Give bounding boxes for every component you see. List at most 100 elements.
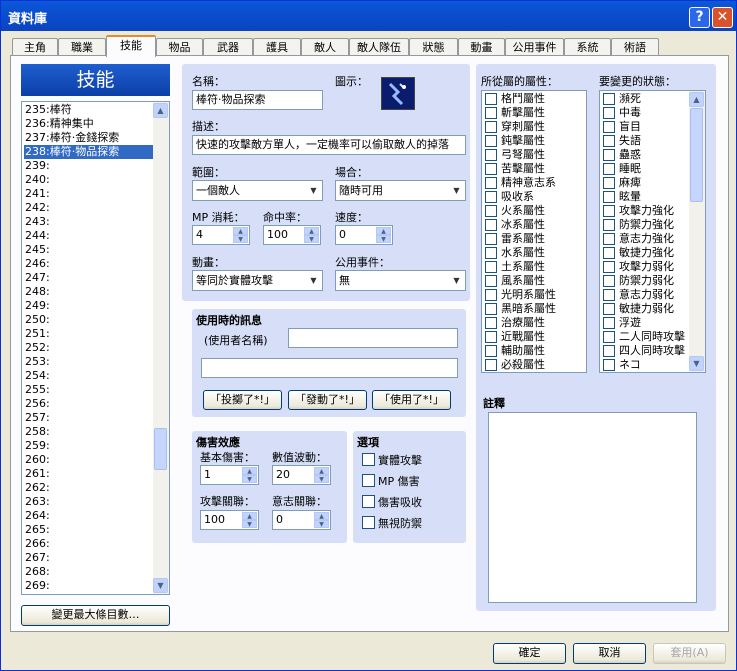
list-item[interactable]: 259: bbox=[24, 439, 153, 453]
states-checkbox[interactable] bbox=[603, 275, 615, 287]
elements-checkbox[interactable] bbox=[485, 149, 497, 161]
list-item[interactable]: 269: bbox=[24, 579, 153, 593]
tab-common-events[interactable]: 公用事件 bbox=[505, 38, 564, 56]
list-item[interactable]: 240: bbox=[24, 173, 153, 187]
elements-item[interactable]: 輔助屬性 bbox=[485, 344, 585, 358]
list-item[interactable]: 247: bbox=[24, 271, 153, 285]
states-checkbox[interactable] bbox=[603, 317, 615, 329]
scroll-thumb[interactable] bbox=[154, 428, 167, 470]
states-item[interactable]: 睡眠 bbox=[603, 162, 689, 176]
desc-input[interactable]: 快速的攻擊敵方單人，一定機率可以偷取敵人的掉落 bbox=[192, 135, 466, 155]
spin-down-icon[interactable]: ▼ bbox=[233, 235, 248, 243]
change-max-button[interactable]: 變更最大條目數… bbox=[21, 605, 170, 626]
states-item[interactable]: 敏捷力強化 bbox=[603, 246, 689, 260]
skill-list-scrollbar[interactable]: ▲ ▼ bbox=[153, 102, 169, 594]
elements-checkbox[interactable] bbox=[485, 191, 497, 203]
elements-item[interactable]: 風系屬性 bbox=[485, 274, 585, 288]
spin-down-icon[interactable]: ▼ bbox=[242, 520, 257, 528]
spin-up-icon[interactable]: ▲ bbox=[242, 512, 257, 520]
states-checkbox[interactable] bbox=[603, 135, 615, 147]
states-item[interactable]: 浮遊 bbox=[603, 316, 689, 330]
states-checkbox[interactable] bbox=[603, 359, 615, 371]
spin-up-icon[interactable]: ▲ bbox=[242, 467, 257, 475]
elements-checkbox[interactable] bbox=[485, 359, 497, 371]
chevron-down-icon[interactable]: ▼ bbox=[449, 272, 464, 289]
occasion-select[interactable]: 隨時可用 ▼ bbox=[335, 180, 466, 201]
chevron-down-icon[interactable]: ▼ bbox=[306, 182, 321, 199]
chevron-down-icon[interactable]: ▼ bbox=[449, 182, 464, 199]
list-item[interactable]: 237:棒符·金錢探索 bbox=[24, 131, 153, 145]
list-item[interactable]: 256: bbox=[24, 397, 153, 411]
states-checkbox[interactable] bbox=[603, 247, 615, 259]
elements-checkbox[interactable] bbox=[485, 289, 497, 301]
elements-checkbox[interactable] bbox=[485, 135, 497, 147]
scroll-up-icon[interactable]: ▲ bbox=[689, 92, 704, 107]
list-item[interactable]: 262: bbox=[24, 481, 153, 495]
states-item[interactable]: 蠱惑 bbox=[603, 148, 689, 162]
states-checkbox[interactable] bbox=[603, 163, 615, 175]
tab-classes[interactable]: 職業 bbox=[58, 38, 106, 56]
list-item[interactable]: 268: bbox=[24, 565, 153, 579]
close-button[interactable]: ✕ bbox=[712, 7, 733, 28]
elements-item[interactable]: 冰系屬性 bbox=[485, 218, 585, 232]
note-textarea[interactable] bbox=[488, 412, 697, 603]
spin-down-icon[interactable]: ▼ bbox=[314, 475, 329, 483]
states-checkbox[interactable] bbox=[603, 289, 615, 301]
skill-icon[interactable] bbox=[381, 77, 415, 110]
list-item[interactable]: 253: bbox=[24, 355, 153, 369]
states-item[interactable]: 中毒 bbox=[603, 106, 689, 120]
atk-relation-stepper[interactable]: 100 ▲ ▼ bbox=[200, 510, 259, 530]
tab-animations[interactable]: 動畫 bbox=[458, 38, 505, 56]
list-item[interactable]: 263: bbox=[24, 495, 153, 509]
states-checkbox[interactable] bbox=[603, 261, 615, 273]
states-item[interactable]: ネコ bbox=[603, 358, 689, 372]
spin-up-icon[interactable]: ▲ bbox=[314, 467, 329, 475]
list-item[interactable]: 266: bbox=[24, 537, 153, 551]
speed-stepper[interactable]: 0 ▲ ▼ bbox=[335, 225, 393, 245]
states-item[interactable]: 防禦力強化 bbox=[603, 218, 689, 232]
states-item[interactable]: 防禦力弱化 bbox=[603, 274, 689, 288]
elements-item[interactable]: 吸收系 bbox=[485, 190, 585, 204]
list-item[interactable]: 239: bbox=[24, 159, 153, 173]
list-item[interactable]: 246: bbox=[24, 257, 153, 271]
elements-item[interactable]: 光明系屬性 bbox=[485, 288, 585, 302]
states-checkbox[interactable] bbox=[603, 345, 615, 357]
title-bar[interactable]: 資料庫 ? ✕ bbox=[1, 1, 736, 31]
scroll-down-icon[interactable]: ▼ bbox=[689, 356, 704, 371]
insert-activate-button[interactable]: 「發動了*!」 bbox=[288, 390, 367, 410]
elements-item[interactable]: 穿刺屬性 bbox=[485, 120, 585, 134]
tab-states[interactable]: 狀態 bbox=[409, 38, 458, 56]
list-item[interactable]: 265: bbox=[24, 523, 153, 537]
states-item[interactable]: 四人同時攻擊 bbox=[603, 344, 689, 358]
states-item[interactable]: 敏捷力弱化 bbox=[603, 302, 689, 316]
states-checkbox[interactable] bbox=[603, 191, 615, 203]
message-line1-input[interactable] bbox=[288, 328, 458, 348]
list-item[interactable]: 243: bbox=[24, 215, 153, 229]
insert-throw-button[interactable]: 「投擲了*!」 bbox=[203, 390, 282, 410]
skill-list[interactable]: 235:棒符 236:精神集中 237:棒符·金錢探索 238:棒符·物品探索 239:… bbox=[21, 101, 170, 595]
list-item[interactable]: 242: bbox=[24, 201, 153, 215]
list-item[interactable]: 236:精神集中 bbox=[24, 117, 153, 131]
elements-item[interactable]: 土系屬性 bbox=[485, 260, 585, 274]
list-item[interactable]: 264: bbox=[24, 509, 153, 523]
list-item[interactable]: 251: bbox=[24, 327, 153, 341]
states-checkbox[interactable] bbox=[603, 233, 615, 245]
tab-enemies[interactable]: 敵人 bbox=[301, 38, 349, 56]
spin-up-icon[interactable]: ▲ bbox=[376, 227, 391, 235]
list-item[interactable]: 245: bbox=[24, 243, 153, 257]
elements-checkbox[interactable] bbox=[485, 219, 497, 231]
elements-checkbox[interactable] bbox=[485, 345, 497, 357]
ignore-defense-checkbox[interactable] bbox=[362, 516, 375, 529]
list-item[interactable]: 267: bbox=[24, 551, 153, 565]
states-checkbox[interactable] bbox=[603, 121, 615, 133]
list-item[interactable]: 258: bbox=[24, 425, 153, 439]
elements-checkbox[interactable] bbox=[485, 275, 497, 287]
list-item[interactable]: 244: bbox=[24, 229, 153, 243]
spin-down-icon[interactable]: ▼ bbox=[242, 475, 257, 483]
list-item[interactable]: 241: bbox=[24, 187, 153, 201]
elements-checkbox[interactable] bbox=[485, 331, 497, 343]
spin-down-icon[interactable]: ▼ bbox=[376, 235, 391, 243]
hit-rate-stepper[interactable]: 100 ▲ ▼ bbox=[263, 225, 321, 245]
list-item[interactable]: 248: bbox=[24, 285, 153, 299]
elements-checkbox[interactable] bbox=[485, 107, 497, 119]
